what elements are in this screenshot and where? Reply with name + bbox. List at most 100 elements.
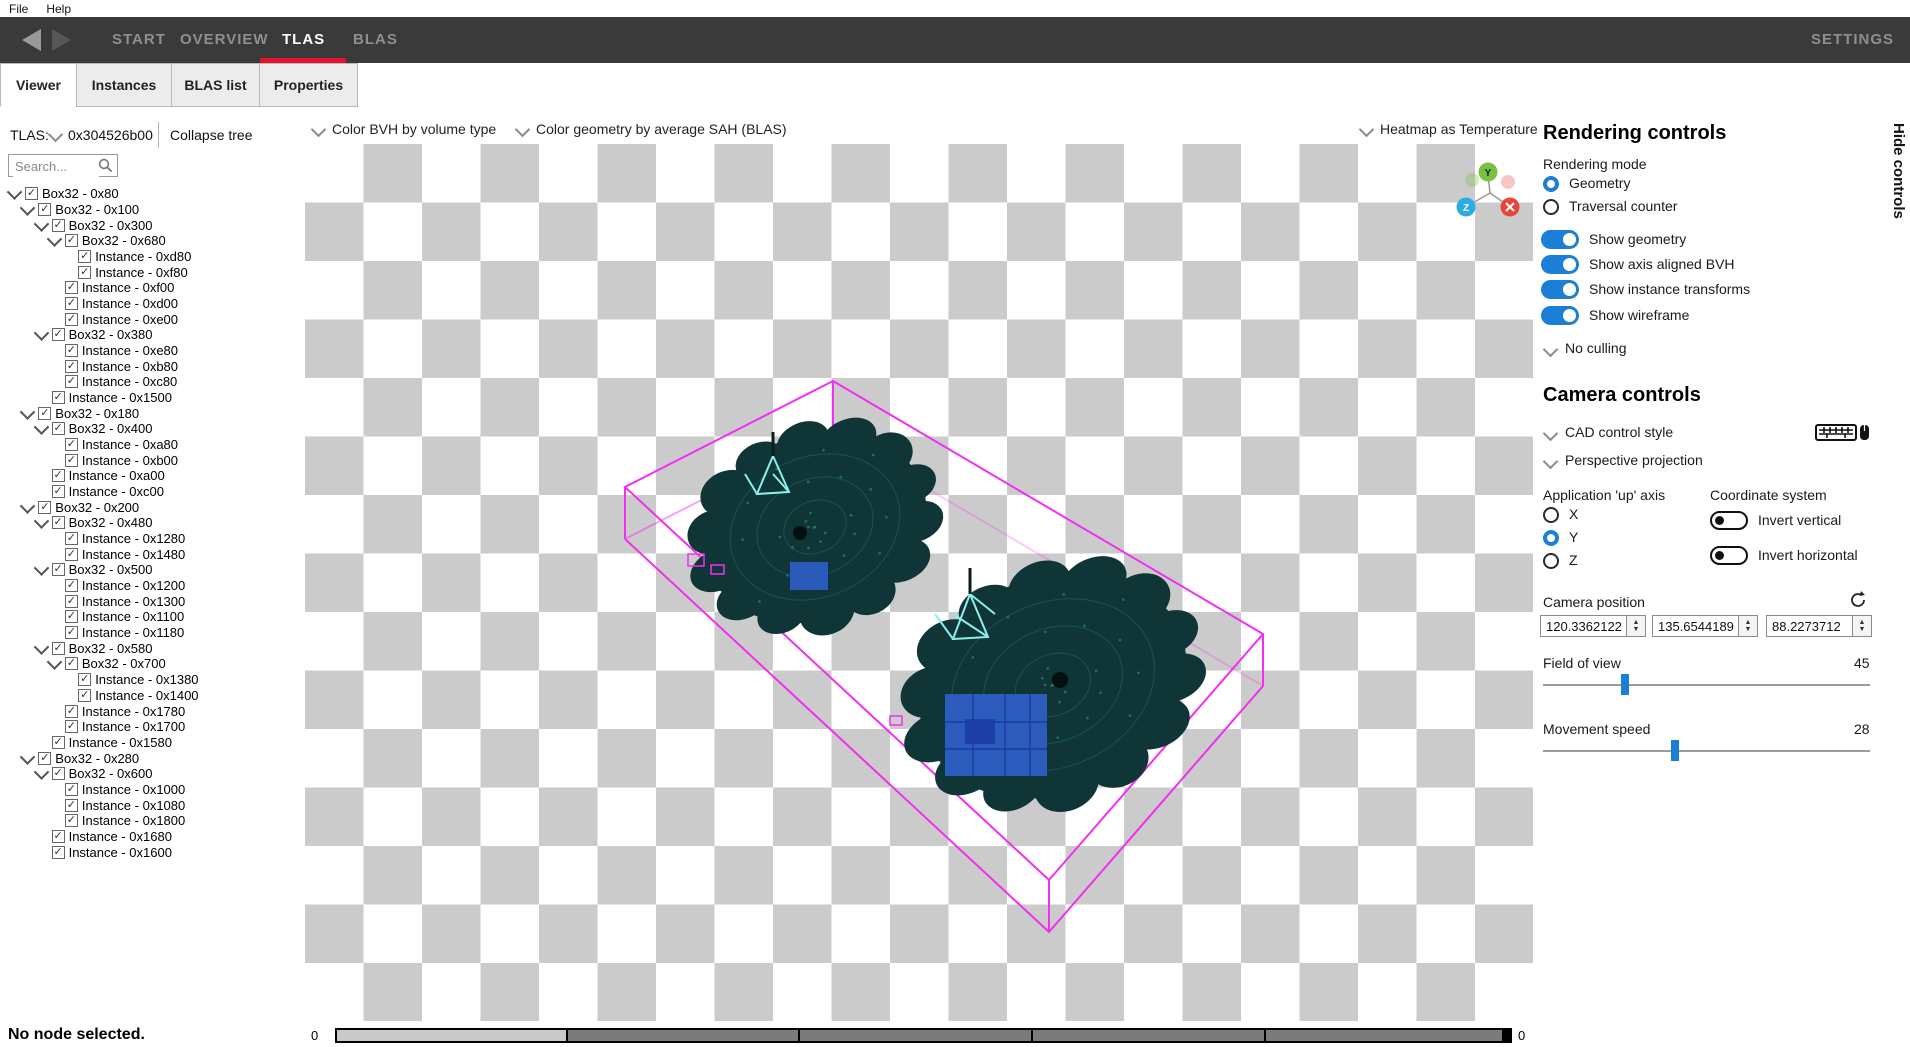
tree-node-box-0x480[interactable]: ✓Box32 - 0x480	[0, 515, 302, 531]
tlas-dropdown-chevron-icon[interactable]	[48, 127, 64, 143]
visibility-checkbox[interactable]: ✓	[52, 219, 65, 232]
visibility-checkbox[interactable]: ✓	[78, 266, 91, 279]
visibility-checkbox[interactable]: ✓	[52, 846, 65, 859]
tree-node-instance-0x1580[interactable]: ✓Instance - 0x1580	[0, 735, 302, 751]
nav-item-tlas[interactable]: TLAS	[282, 31, 325, 48]
tree-node-instance-0x1200[interactable]: ✓Instance - 0x1200	[0, 578, 302, 594]
nav-item-settings[interactable]: SETTINGS	[1811, 31, 1894, 48]
visibility-checkbox[interactable]: ✓	[52, 422, 65, 435]
up-axis-y-radio[interactable]	[1543, 530, 1559, 546]
show-wireframe-toggle[interactable]	[1541, 306, 1579, 325]
visibility-checkbox[interactable]: ✓	[65, 438, 78, 451]
visibility-checkbox[interactable]: ✓	[52, 830, 65, 843]
traversal-segment[interactable]	[1264, 1030, 1502, 1041]
tree-node-box-0x280[interactable]: ✓Box32 - 0x280	[0, 750, 302, 766]
visibility-checkbox[interactable]: ✓	[38, 501, 51, 514]
camera-x-spinbox[interactable]: 120.3362122 ▲▼	[1540, 615, 1646, 637]
traversal-counter-radio[interactable]	[1543, 199, 1559, 215]
visibility-checkbox[interactable]: ✓	[65, 814, 78, 827]
tree-node-instance-0xb80[interactable]: ✓Instance - 0xb80	[0, 358, 302, 374]
tree-node-box-0x600[interactable]: ✓Box32 - 0x600	[0, 766, 302, 782]
tree-node-instance-0xd00[interactable]: ✓Instance - 0xd00	[0, 296, 302, 312]
visibility-checkbox[interactable]: ✓	[65, 720, 78, 733]
tree-node-box-0x580[interactable]: ✓Box32 - 0x580	[0, 640, 302, 656]
expand-chevron-icon[interactable]	[33, 514, 49, 530]
visibility-checkbox[interactable]: ✓	[65, 532, 78, 545]
color-bvh-dropdown[interactable]: Color BVH by volume type	[313, 121, 496, 137]
expand-chevron-icon[interactable]	[20, 200, 36, 216]
tree-node-instance-0xa80[interactable]: ✓Instance - 0xa80	[0, 437, 302, 453]
tree-node-instance-0xc00[interactable]: ✓Instance - 0xc00	[0, 484, 302, 500]
tree-node-box-0x680[interactable]: ✓Box32 - 0x680	[0, 233, 302, 249]
nav-item-overview[interactable]: OVERVIEW	[180, 31, 269, 48]
visibility-checkbox[interactable]: ✓	[52, 328, 65, 341]
tab-viewer[interactable]: Viewer	[0, 63, 77, 107]
tree-node-box-0x380[interactable]: ✓Box32 - 0x380	[0, 327, 302, 343]
expand-chevron-icon[interactable]	[33, 639, 49, 655]
visibility-checkbox[interactable]: ✓	[52, 642, 65, 655]
spinner-arrows-icon[interactable]: ▲▼	[1626, 616, 1645, 636]
tree-node-instance-0xf00[interactable]: ✓Instance - 0xf00	[0, 280, 302, 296]
visibility-checkbox[interactable]: ✓	[65, 454, 78, 467]
visibility-checkbox[interactable]: ✓	[38, 203, 51, 216]
expand-chevron-icon[interactable]	[20, 404, 36, 420]
control-style-chevron-icon[interactable]	[1543, 426, 1559, 442]
visibility-checkbox[interactable]: ✓	[38, 407, 51, 420]
visibility-checkbox[interactable]: ✓	[52, 485, 65, 498]
show-axis-aligned-bvh-toggle[interactable]	[1541, 255, 1579, 274]
tree-node-instance-0x1280[interactable]: ✓Instance - 0x1280	[0, 531, 302, 547]
visibility-checkbox[interactable]: ✓	[65, 783, 78, 796]
tree-node-instance-0xe80[interactable]: ✓Instance - 0xe80	[0, 343, 302, 359]
tree-node-instance-0x1400[interactable]: ✓Instance - 0x1400	[0, 688, 302, 704]
traversal-segment[interactable]	[337, 1030, 566, 1041]
projection-dropdown[interactable]: Perspective projection	[1565, 452, 1703, 468]
visibility-checkbox[interactable]: ✓	[52, 736, 65, 749]
fov-slider-handle[interactable]	[1621, 674, 1629, 695]
tree-node-instance-0xd80[interactable]: ✓Instance - 0xd80	[0, 249, 302, 265]
hide-controls-button[interactable]: Hide controls	[1890, 123, 1907, 219]
tree-node-instance-0x1380[interactable]: ✓Instance - 0x1380	[0, 672, 302, 688]
expand-chevron-icon[interactable]	[33, 326, 49, 342]
visibility-checkbox[interactable]: ✓	[65, 281, 78, 294]
projection-chevron-icon[interactable]	[1543, 454, 1559, 470]
up-axis-z-radio[interactable]	[1543, 553, 1559, 569]
visibility-checkbox[interactable]: ✓	[52, 469, 65, 482]
tree-node-instance-0xf80[interactable]: ✓Instance - 0xf80	[0, 264, 302, 280]
visibility-checkbox[interactable]: ✓	[65, 626, 78, 639]
heatmap-dropdown[interactable]: Heatmap as Temperature	[1361, 121, 1538, 137]
expand-chevron-icon[interactable]	[33, 764, 49, 780]
expand-chevron-icon[interactable]	[7, 185, 23, 201]
expand-chevron-icon[interactable]	[47, 655, 63, 671]
tree-node-instance-0xc80[interactable]: ✓Instance - 0xc80	[0, 374, 302, 390]
tree-node-instance-0x1800[interactable]: ✓Instance - 0x1800	[0, 813, 302, 829]
tree-node-instance-0x1080[interactable]: ✓Instance - 0x1080	[0, 797, 302, 813]
speed-slider-handle[interactable]	[1671, 740, 1679, 761]
invert-horizontal-toggle[interactable]	[1710, 546, 1748, 565]
spinner-arrows-icon[interactable]: ▲▼	[1738, 616, 1757, 636]
geometry-radio[interactable]	[1543, 176, 1559, 192]
tab-blas-list[interactable]: BLAS list	[171, 63, 260, 107]
visibility-checkbox[interactable]: ✓	[65, 548, 78, 561]
tree-node-instance-0x1700[interactable]: ✓Instance - 0x1700	[0, 719, 302, 735]
visibility-checkbox[interactable]: ✓	[25, 187, 38, 200]
speed-slider-track[interactable]	[1543, 750, 1870, 752]
tree-node-box-0x400[interactable]: ✓Box32 - 0x400	[0, 421, 302, 437]
tree-node-instance-0x1000[interactable]: ✓Instance - 0x1000	[0, 782, 302, 798]
tab-properties[interactable]: Properties	[259, 63, 358, 107]
culling-dropdown-chevron-icon[interactable]	[1543, 342, 1559, 358]
visibility-checkbox[interactable]: ✓	[38, 752, 51, 765]
tree-node-instance-0x1680[interactable]: ✓Instance - 0x1680	[0, 829, 302, 845]
tree-node-instance-0x1300[interactable]: ✓Instance - 0x1300	[0, 593, 302, 609]
viewport-3d[interactable]: Y Z	[305, 144, 1533, 1021]
visibility-checkbox[interactable]: ✓	[52, 516, 65, 529]
tree-node-instance-0x1600[interactable]: ✓Instance - 0x1600	[0, 844, 302, 860]
expand-chevron-icon[interactable]	[33, 561, 49, 577]
show-geometry-toggle[interactable]	[1541, 230, 1579, 249]
expand-chevron-icon[interactable]	[33, 420, 49, 436]
visibility-checkbox[interactable]: ✓	[52, 391, 65, 404]
color-geometry-dropdown[interactable]: Color geometry by average SAH (BLAS)	[517, 121, 787, 137]
traversal-counter-bar[interactable]	[335, 1028, 1512, 1043]
invert-vertical-toggle[interactable]	[1710, 511, 1748, 530]
visibility-checkbox[interactable]: ✓	[65, 579, 78, 592]
traversal-segment[interactable]	[798, 1030, 1031, 1041]
